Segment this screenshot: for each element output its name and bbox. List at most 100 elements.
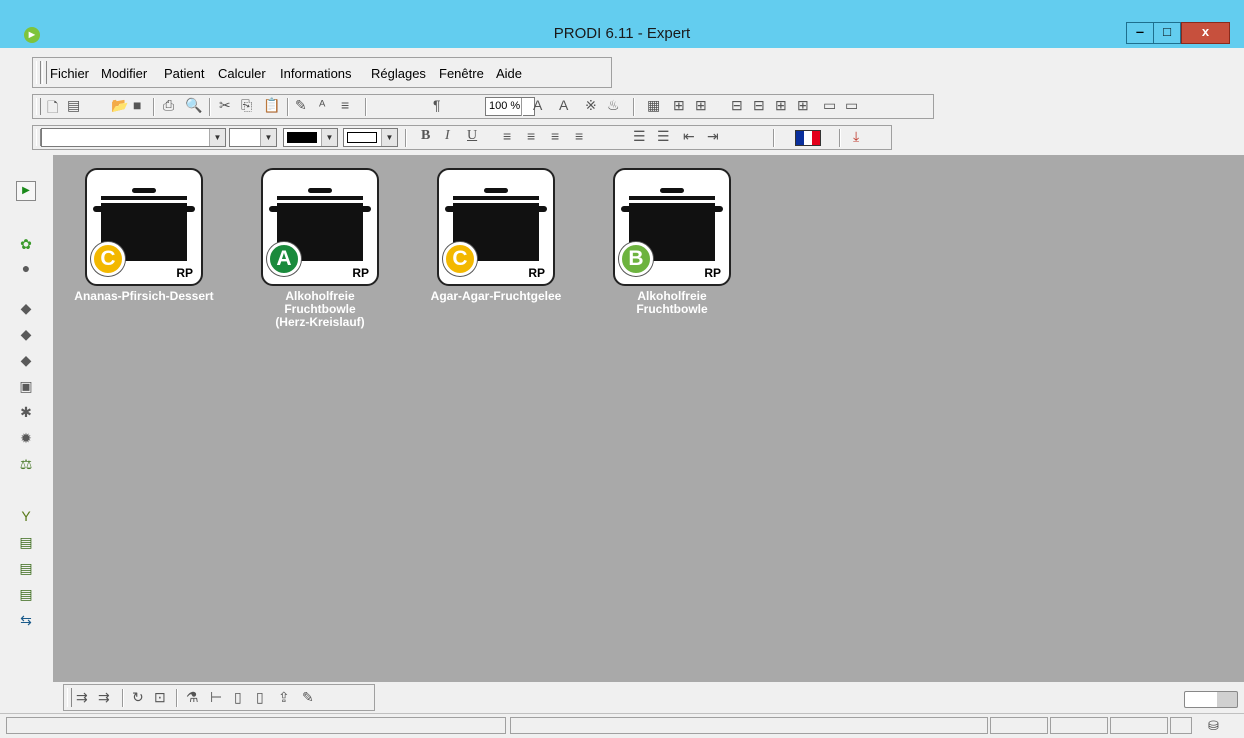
copy-icon[interactable]: ⎘ xyxy=(241,97,252,114)
chevron-down-icon[interactable]: ▼ xyxy=(321,129,337,146)
tree-icon[interactable]: ⊢ xyxy=(210,689,222,706)
maximize-button[interactable]: □ xyxy=(1153,22,1181,44)
menu-fenetre[interactable]: Fenêtre xyxy=(439,66,484,81)
merge-cells-icon[interactable]: ▭ xyxy=(823,97,836,114)
chevron-down-icon[interactable]: ▼ xyxy=(381,129,397,146)
format-toolbar: ▼ ▼ ▼ ▼ B I U ≡ ≡ ≡ ≡ ☰ ☰ ⇤ ⇥ ⤓ xyxy=(32,125,892,150)
cut-icon[interactable]: ✂ xyxy=(219,97,231,114)
toolbar-grip[interactable] xyxy=(67,688,72,707)
toggle-switch[interactable] xyxy=(1184,691,1238,708)
rp-tag: RP xyxy=(704,266,721,280)
font-name-combo[interactable]: ▼ xyxy=(41,128,226,147)
menu-list-icon[interactable]: ▤ xyxy=(18,560,34,576)
split-cells-icon[interactable]: ▭ xyxy=(845,97,858,114)
french-flag-icon[interactable] xyxy=(795,130,821,146)
menu-aide[interactable]: Aide xyxy=(496,66,522,81)
insert-column-icon[interactable]: ⊞ xyxy=(775,97,787,114)
numbered-list-icon[interactable]: ☰ xyxy=(657,128,670,145)
print-icon[interactable]: ⎙ xyxy=(163,97,174,114)
flask-icon[interactable]: ⚗ xyxy=(186,689,199,706)
print-preview-icon[interactable]: 🔍 xyxy=(185,97,202,114)
menu-calculer[interactable]: Calculer xyxy=(218,66,266,81)
format-painter-icon[interactable]: ✎ xyxy=(295,97,307,114)
pear-icon[interactable]: ● xyxy=(18,260,34,276)
cheese-icon[interactable]: ▣ xyxy=(18,378,34,394)
recipe-tile[interactable]: A RP Alkoholfreie Fruchtbowle (Herz-Krei… xyxy=(240,168,400,329)
subscript-icon[interactable]: ᴬ xyxy=(319,97,325,113)
menu-bar: Fichier Modifier Patient Calculer Inform… xyxy=(32,57,612,88)
open-folder-icon[interactable]: 📂 xyxy=(111,97,128,114)
pot-icon xyxy=(484,188,508,193)
toolbar-grip[interactable] xyxy=(36,98,41,115)
glass-icon[interactable]: Y xyxy=(18,508,34,524)
font-larger-icon[interactable]: A xyxy=(533,97,542,113)
rp-tag: RP xyxy=(528,266,545,280)
toolbar-separator xyxy=(176,689,178,707)
table-cells-icon[interactable]: ⊞ xyxy=(695,97,707,114)
fish-icon[interactable]: ◆ xyxy=(18,352,34,368)
day-plan-icon[interactable]: ▤ xyxy=(18,586,34,602)
zoom-combo[interactable]: 100 % xyxy=(485,97,535,116)
plant-icon[interactable]: ✿ xyxy=(18,236,34,252)
chevron-down-icon[interactable]: ▼ xyxy=(209,129,225,146)
menu-modifier[interactable]: Modifier xyxy=(101,66,147,81)
align-center-icon[interactable]: ≡ xyxy=(527,128,535,144)
report-icon[interactable]: ▯ xyxy=(256,689,264,706)
bold-icon[interactable]: B xyxy=(421,128,430,144)
close-button[interactable]: x xyxy=(1181,22,1230,44)
table-icon[interactable]: ▦ xyxy=(647,97,660,114)
pot-icon[interactable]: ♨ xyxy=(607,97,620,114)
align-right-icon[interactable]: ≡ xyxy=(551,128,559,144)
recipe-tile[interactable]: C RP Ananas-Pfirsich-Dessert xyxy=(64,168,224,303)
bullet-list-icon[interactable]: ☰ xyxy=(633,128,646,145)
edit-icon[interactable]: ✎ xyxy=(302,689,314,706)
delete-column-icon[interactable]: ⊞ xyxy=(797,97,809,114)
special-char-icon[interactable]: ※ xyxy=(585,97,597,114)
menu-patient[interactable]: Patient xyxy=(164,66,204,81)
chicken-icon[interactable]: ◆ xyxy=(18,326,34,342)
chevron-down-icon[interactable]: ▼ xyxy=(260,129,276,146)
pilcrow-icon[interactable]: ¶ xyxy=(433,97,441,113)
grain-icon[interactable]: ✱ xyxy=(18,404,34,420)
rp-list-icon[interactable]: ▤ xyxy=(18,534,34,550)
new-document-icon[interactable]: 🗋 xyxy=(47,97,58,121)
template-icon[interactable]: ▤ xyxy=(67,97,80,114)
scale-icon[interactable]: ⚖ xyxy=(18,456,34,472)
recipe-tile[interactable]: B RP Alkoholfreie Fruchtbowle xyxy=(592,168,752,316)
minimize-button[interactable]: ‒ xyxy=(1126,22,1154,44)
align-left-icon[interactable]: ≡ xyxy=(503,128,511,144)
indent-icon[interactable]: ⇥ xyxy=(707,128,719,145)
font-smaller-icon[interactable]: A xyxy=(559,97,568,113)
cake-icon[interactable]: ✹ xyxy=(18,430,34,446)
font-size-combo[interactable]: ▼ xyxy=(229,128,277,147)
menu-fichier[interactable]: Fichier xyxy=(50,66,89,81)
play-icon[interactable]: ▶ xyxy=(16,181,36,201)
insert-row-icon[interactable]: ⊟ xyxy=(731,97,743,114)
compare-icon[interactable]: ⇆ xyxy=(18,612,34,628)
add-item-icon[interactable]: ⇉ xyxy=(76,689,88,706)
status-panel xyxy=(1170,717,1192,734)
background-color-combo[interactable]: ▼ xyxy=(343,128,398,147)
equation-icon[interactable]: ≡ xyxy=(341,97,349,113)
download-debinet-icon[interactable]: ⤓ xyxy=(853,128,859,145)
table-insert-icon[interactable]: ⊞ xyxy=(673,97,685,114)
pig-icon[interactable]: ◆ xyxy=(18,300,34,316)
menu-reglages[interactable]: Réglages xyxy=(371,66,426,81)
remove-item-icon[interactable]: ⇉ xyxy=(98,689,110,706)
underline-icon[interactable]: U xyxy=(467,128,477,144)
text-color-combo[interactable]: ▼ xyxy=(283,128,338,147)
menu-grip[interactable] xyxy=(36,61,41,84)
export-icon[interactable]: ⇪ xyxy=(278,689,290,706)
ingredient-icon[interactable]: ⊡ xyxy=(154,689,166,706)
delete-row-icon[interactable]: ⊟ xyxy=(753,97,765,114)
outdent-icon[interactable]: ⇤ xyxy=(683,128,695,145)
document-icon[interactable]: ▯ xyxy=(234,689,242,706)
recipe-icon-box: B RP xyxy=(613,168,731,286)
refresh-icon[interactable]: ↻ xyxy=(132,689,144,706)
justify-icon[interactable]: ≡ xyxy=(575,128,583,144)
paste-icon[interactable]: 📋 xyxy=(263,97,280,114)
save-icon[interactable]: ■ xyxy=(133,97,141,113)
recipe-tile[interactable]: C RP Agar-Agar-Fruchtgelee xyxy=(416,168,576,303)
italic-icon[interactable]: I xyxy=(445,128,450,144)
menu-informations[interactable]: Informations xyxy=(280,66,352,81)
